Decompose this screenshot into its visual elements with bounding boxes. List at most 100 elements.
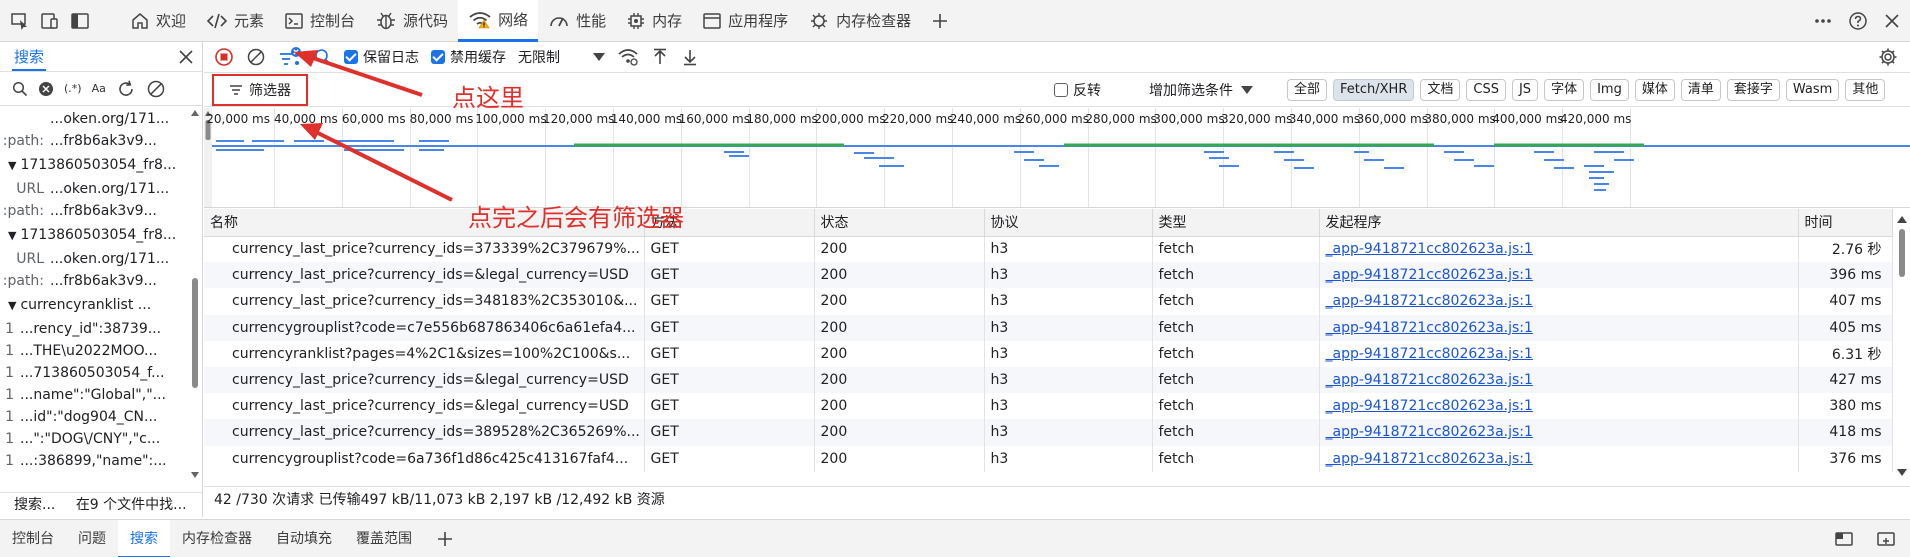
initiator-link[interactable]: _app-9418721cc802623a.js:1	[1319, 340, 1799, 367]
type-filter-button[interactable]: 媒体	[1634, 79, 1675, 101]
initiator-link[interactable]: _app-9418721cc802623a.js:1	[1319, 419, 1799, 446]
table-row[interactable]: currency_last_price?currency_ids=348183%…	[204, 288, 1893, 315]
table-row[interactable]: currency_last_price?currency_ids=389528%…	[204, 419, 1893, 446]
device-toolbar-icon[interactable]	[40, 11, 60, 31]
add-drawer-tab-button[interactable]	[424, 520, 466, 557]
record-icon[interactable]	[214, 47, 234, 67]
dock-sidebar-icon[interactable]	[70, 11, 90, 31]
dock-drawer-icon[interactable]	[1834, 530, 1854, 548]
initiator-link[interactable]: _app-9418721cc802623a.js:1	[1319, 366, 1799, 394]
tab-app-window[interactable]: 应用程序	[692, 0, 798, 42]
refresh-icon[interactable]	[116, 79, 136, 99]
search-panel-title[interactable]: 搜索	[12, 42, 47, 71]
network-conditions-icon[interactable]	[617, 48, 639, 66]
clear-search-icon[interactable]	[38, 81, 54, 97]
drawer-tab[interactable]: 覆盖范围	[344, 520, 424, 557]
column-header[interactable]: 状态	[814, 209, 985, 237]
table-row[interactable]: currencygrouplist?code=6a736f1d86c425c41…	[204, 445, 1893, 472]
table-row[interactable]: currency_last_price?currency_ids=373339%…	[204, 236, 1893, 263]
type-filter-button[interactable]: 全部	[1287, 79, 1328, 101]
checkbox-checked-icon[interactable]	[344, 50, 358, 64]
inspect-element-icon[interactable]	[10, 11, 30, 31]
search-result-line[interactable]: 1 ...THE\u2022MOO...	[0, 340, 190, 362]
search-result-line[interactable]: 1 ...id":"dog904_CN...	[0, 406, 190, 428]
tab-wifi[interactable]: 网络	[458, 0, 539, 42]
initiator-link[interactable]: _app-9418721cc802623a.js:1	[1319, 445, 1799, 472]
type-filter-button[interactable]: 文档	[1420, 79, 1461, 101]
match-case-toggle[interactable]: Aa	[92, 82, 106, 95]
initiator-link[interactable]: _app-9418721cc802623a.js:1	[1319, 262, 1799, 289]
search-result-line[interactable]: 1 ...713860503054_f...	[0, 362, 190, 384]
throttling-select[interactable]: 无限制	[518, 47, 605, 67]
drawer-tab[interactable]: 自动填充	[264, 520, 344, 557]
type-filter-button[interactable]: Fetch/XHR	[1333, 79, 1415, 101]
tab-console[interactable]: 控制台	[274, 0, 365, 42]
import-har-icon[interactable]	[651, 48, 669, 66]
table-row[interactable]: currencygrouplist?code=c7e556b687863406c…	[204, 314, 1893, 341]
more-options-icon[interactable]	[1814, 18, 1832, 24]
type-filter-button[interactable]: 套接字	[1726, 79, 1780, 101]
checkbox-unchecked-icon[interactable]	[1054, 83, 1068, 97]
search-network-icon[interactable]	[314, 48, 332, 66]
settings-gear-icon[interactable]	[1878, 47, 1898, 67]
type-filter-button[interactable]: 字体	[1544, 79, 1585, 101]
initiator-link[interactable]: _app-9418721cc802623a.js:1	[1319, 288, 1799, 315]
clear-icon[interactable]	[146, 79, 166, 99]
search-result-line[interactable]: URL ...oken.org/171...	[0, 248, 190, 270]
tab-memory-inspector[interactable]: 内存检查器	[798, 0, 921, 42]
preserve-log-checkbox[interactable]: 保留日志	[344, 47, 419, 67]
tab-code[interactable]: 元素	[196, 0, 274, 42]
table-row[interactable]: currency_last_price?currency_ids=&legal_…	[204, 393, 1893, 420]
close-devtools-icon[interactable]	[1884, 13, 1900, 29]
table-row[interactable]: currency_last_price?currency_ids=&legal_…	[204, 366, 1893, 394]
initiator-link[interactable]: _app-9418721cc802623a.js:1	[1319, 393, 1799, 420]
search-result-file[interactable]: ▼ currencyranklist ...	[0, 292, 190, 318]
type-filter-button[interactable]: Wasm	[1785, 79, 1840, 101]
checkbox-checked-icon[interactable]	[431, 50, 445, 64]
clear-log-icon[interactable]	[246, 47, 266, 67]
tab-chip[interactable]: 内存	[616, 0, 692, 42]
drawer-tab[interactable]: 控制台	[0, 520, 66, 557]
tab-bug[interactable]: 源代码	[365, 0, 458, 42]
type-filter-button[interactable]: JS	[1511, 79, 1539, 101]
help-icon[interactable]	[1848, 11, 1868, 31]
column-header[interactable]: 时间	[1798, 209, 1893, 237]
regex-toggle[interactable]: (.*)	[64, 82, 82, 95]
drawer-tab[interactable]: 搜索	[118, 519, 170, 557]
type-filter-button[interactable]: 其他	[1845, 79, 1886, 101]
search-result-line[interactable]: 1 ...name":"Global","...	[0, 384, 190, 406]
add-tab-button[interactable]	[921, 0, 959, 42]
drawer-tab[interactable]: 问题	[66, 520, 118, 557]
type-filter-button[interactable]: CSS	[1466, 79, 1506, 101]
type-filter-button[interactable]: Img	[1590, 79, 1629, 101]
expand-triangle-icon[interactable]: ▼	[8, 229, 16, 242]
expand-triangle-icon[interactable]: ▼	[8, 159, 16, 172]
type-filter-button[interactable]: 清单	[1680, 79, 1721, 101]
search-result-line[interactable]: 1 ...":"DOG\/CNY","c...	[0, 428, 190, 450]
search-result-line[interactable]: ...oken.org/171...	[0, 108, 190, 130]
search-results-scrollbar[interactable]	[190, 108, 200, 488]
search-result-line[interactable]: :path: ...fr8b6ak3v9...	[0, 200, 190, 222]
initiator-link[interactable]: _app-9418721cc802623a.js:1	[1319, 314, 1799, 341]
search-result-file[interactable]: ▼ 1713860503054_fr8...	[0, 152, 190, 178]
expand-triangle-icon[interactable]: ▼	[8, 299, 16, 312]
search-result-file[interactable]: ▼ 1713860503054_fr8...	[0, 222, 190, 248]
drawer-tab[interactable]: 内存检查器	[170, 520, 264, 557]
tab-gauge[interactable]: 性能	[538, 0, 616, 42]
search-result-line[interactable]: :path: ...fr8b6ak3v9...	[0, 270, 190, 292]
search-result-line[interactable]: 1 ...:386899,"name":...	[0, 450, 190, 472]
column-header[interactable]: 发起程序	[1319, 209, 1799, 237]
search-result-line[interactable]: :path: ...fr8b6ak3v9...	[0, 130, 190, 152]
invert-checkbox[interactable]: 反转	[1054, 80, 1101, 100]
tab-home[interactable]: 欢迎	[120, 0, 196, 42]
network-overview[interactable]: 20,000 ms 40,000 ms 60,000 ms 80,000 ms 100,…	[204, 108, 1910, 208]
search-result-line[interactable]: 1 ...rency_id":38739...	[0, 318, 190, 340]
table-scrollbar[interactable]	[1894, 209, 1910, 483]
initiator-link[interactable]: _app-9418721cc802623a.js:1	[1319, 236, 1799, 263]
column-header[interactable]: 类型	[1152, 209, 1320, 237]
filter-input[interactable]: 筛选器	[212, 73, 308, 106]
close-icon[interactable]	[178, 49, 194, 65]
table-row[interactable]: currencyranklist?pages=4%2C1&sizes=100%2…	[204, 340, 1893, 367]
table-row[interactable]: currency_last_price?currency_ids=&legal_…	[204, 262, 1893, 289]
close-drawer-icon[interactable]	[1876, 530, 1896, 548]
